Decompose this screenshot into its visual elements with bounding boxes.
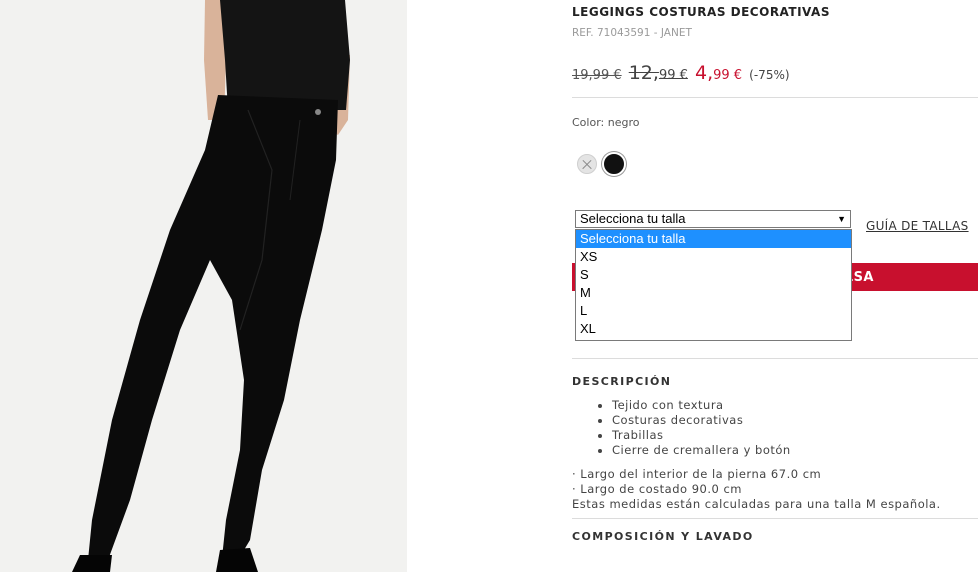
size-option[interactable]: Selecciona tu talla: [576, 230, 851, 248]
product-image: [0, 0, 407, 572]
current-price: 4,99 €: [694, 62, 743, 84]
divider: [572, 518, 978, 519]
size-dropdown-list: Selecciona tu talla XS S M L XL: [575, 229, 852, 341]
product-title: LEGGINGS COSTURAS DECORATIVAS: [572, 5, 830, 19]
list-item: Costuras decorativas: [612, 413, 791, 428]
composition-heading[interactable]: COMPOSICIÓN Y LAVADO: [572, 530, 754, 543]
size-option[interactable]: L: [576, 302, 851, 320]
discount-badge: (-75%): [749, 68, 790, 82]
size-option[interactable]: S: [576, 266, 851, 284]
feature-list: Tejido con textura Costuras decorativas …: [572, 398, 791, 458]
size-option[interactable]: XL: [576, 320, 851, 338]
product-reference: REF. 71043591 - JANET: [572, 27, 692, 39]
color-label: Color: negro: [572, 116, 640, 129]
color-swatch-negro[interactable]: [602, 152, 626, 176]
size-option[interactable]: M: [576, 284, 851, 302]
measure-line: · Largo del interior de la pierna 67.0 c…: [572, 467, 822, 481]
size-option[interactable]: XS: [576, 248, 851, 266]
product-info-panel: LEGGINGS COSTURAS DECORATIVAS REF. 71043…: [572, 0, 978, 572]
size-guide-link[interactable]: GUÍA DE TALLAS: [866, 219, 969, 233]
chevron-down-icon: ▼: [837, 214, 846, 224]
description-heading[interactable]: DESCRIPCIÓN: [572, 375, 671, 388]
measure-note: Estas medidas están calculadas para una …: [572, 497, 941, 511]
original-price: 19,99 €: [572, 68, 622, 83]
divider: [572, 358, 978, 359]
color-swatch-gris-unavailable[interactable]: [577, 154, 597, 174]
list-item: Cierre de cremallera y botón: [612, 443, 791, 458]
measure-line: · Largo de costado 90.0 cm: [572, 482, 742, 496]
list-item: Tejido con textura: [612, 398, 791, 413]
price-block: 19,99 € 12,99 € 4,99 € (-75%): [572, 62, 790, 84]
size-select[interactable]: Selecciona tu talla ▼: [575, 210, 851, 228]
divider: [572, 97, 978, 98]
list-item: Trabillas: [612, 428, 791, 443]
measurements: · Largo del interior de la pierna 67.0 c…: [572, 467, 941, 512]
previous-price: 12,99 €: [628, 62, 688, 84]
